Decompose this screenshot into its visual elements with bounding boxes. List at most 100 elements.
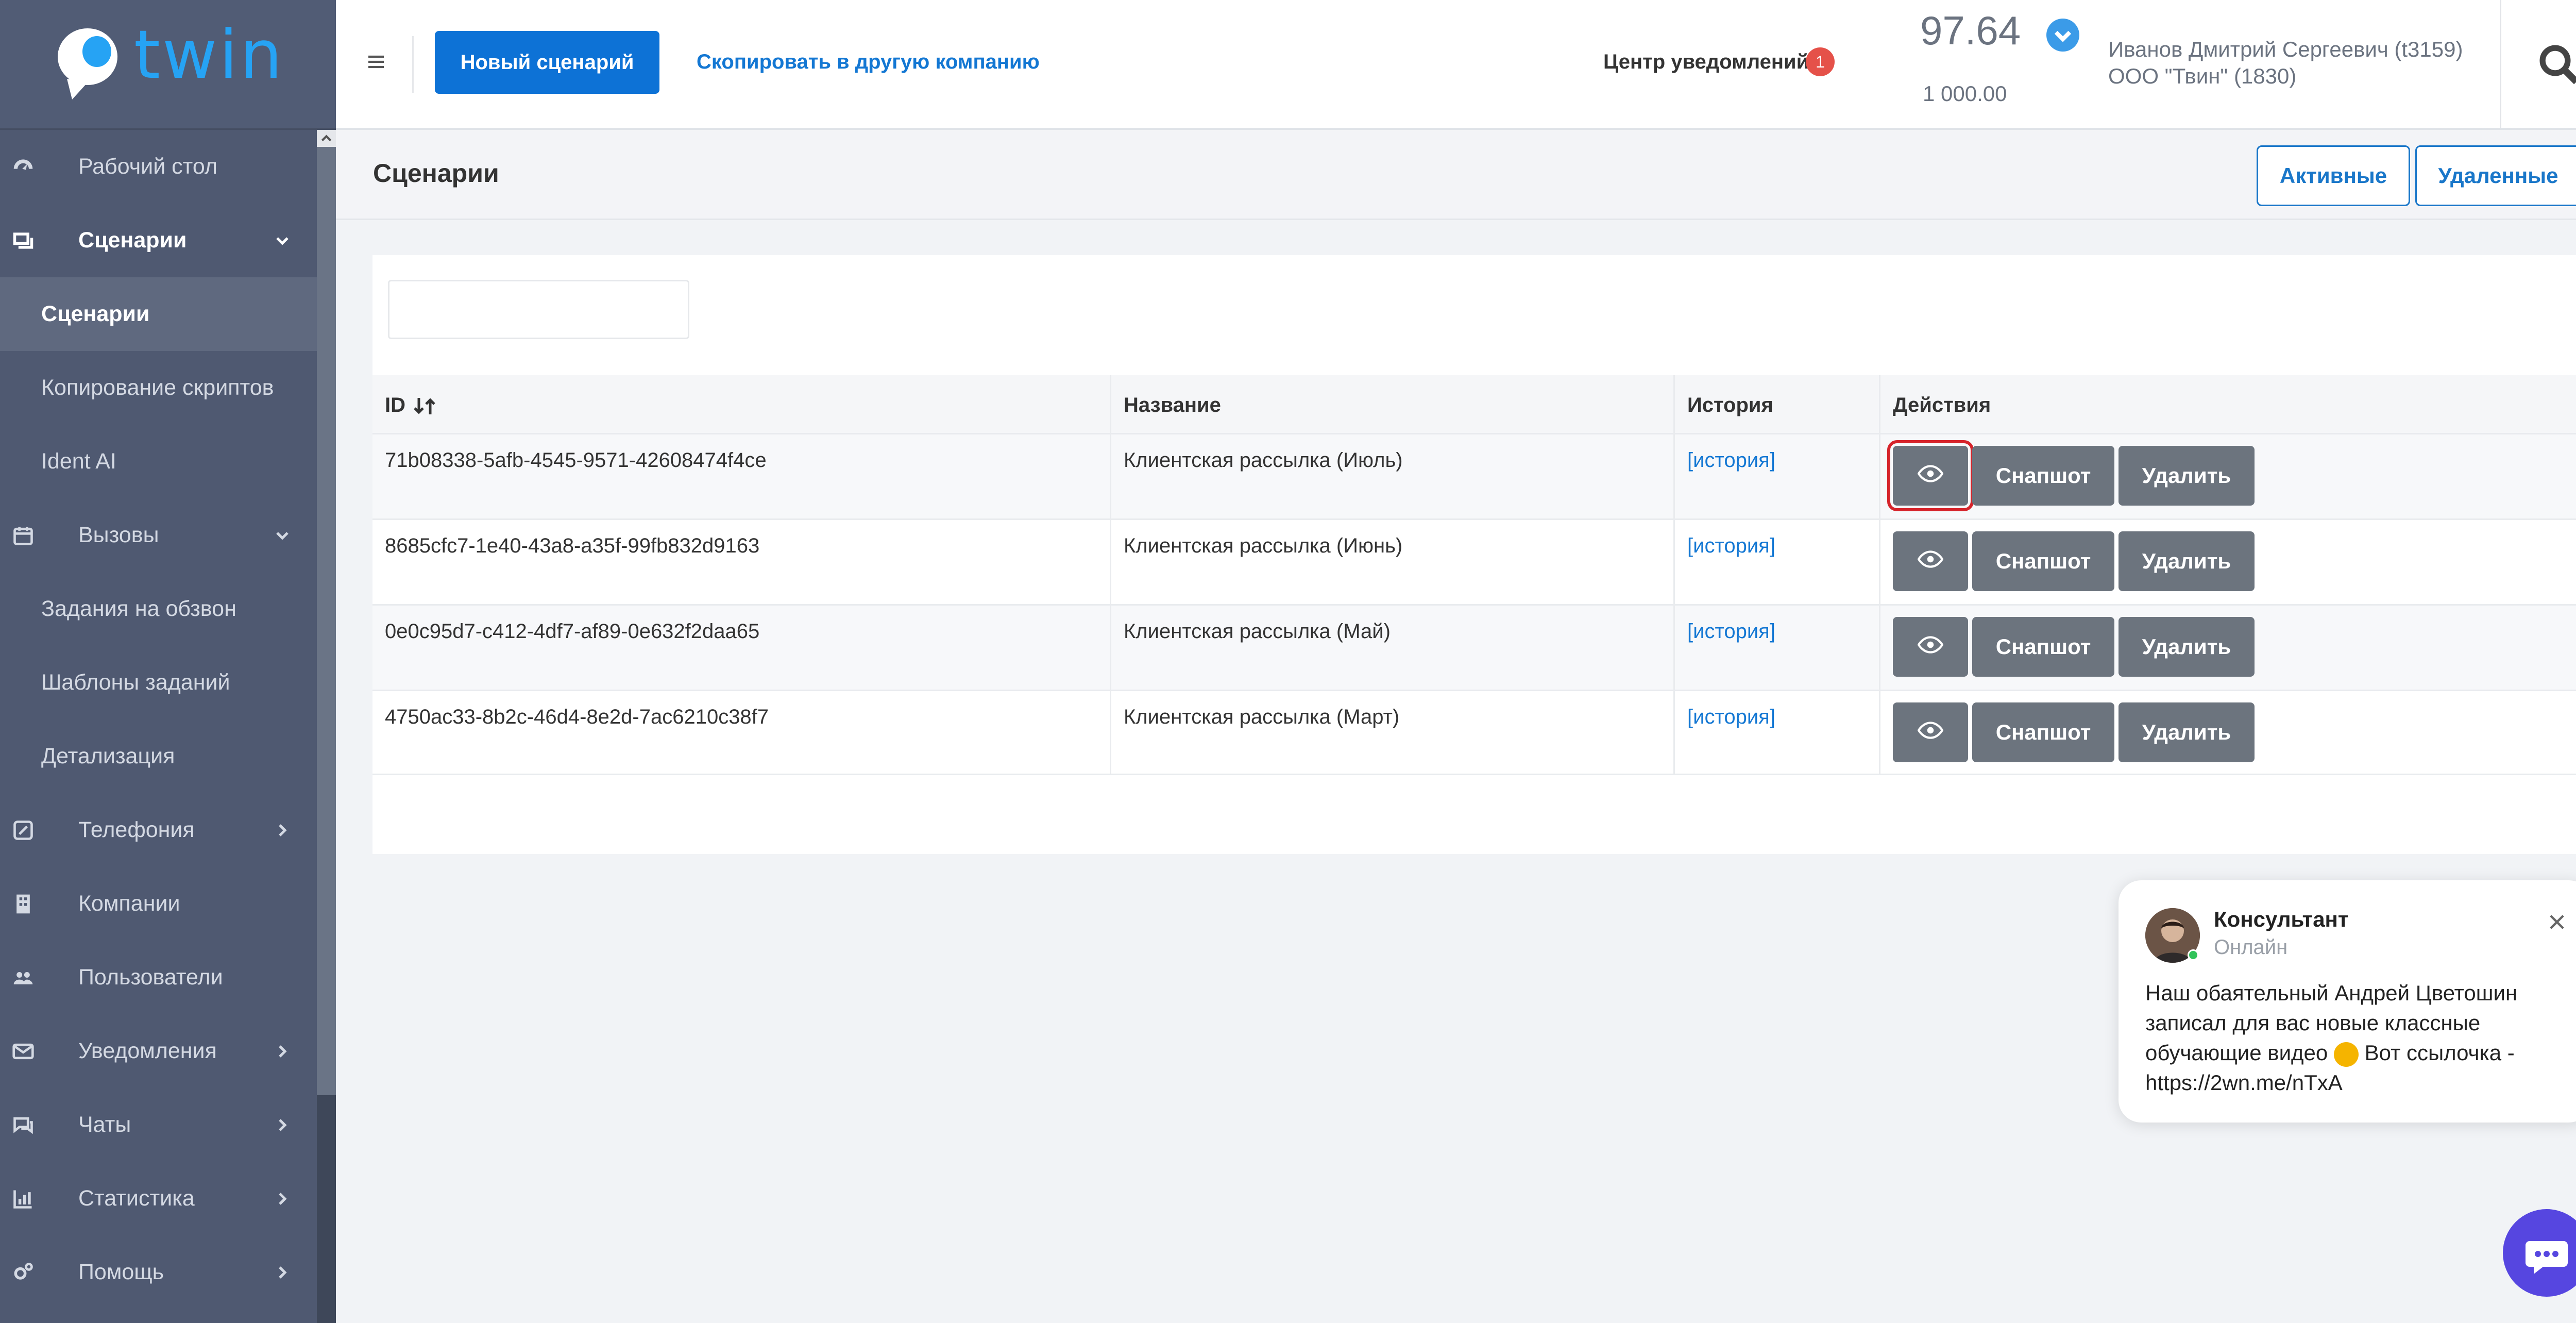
sidebar-menu: Рабочий стол Сценарии Сценарии Копирован… — [0, 130, 317, 1309]
sort-icon[interactable] — [411, 396, 447, 416]
snapshot-button[interactable]: Снапшот — [1972, 617, 2114, 677]
sidebar-item-help[interactable]: Помощь — [0, 1235, 317, 1309]
history-link[interactable]: [история] — [1687, 534, 1775, 557]
hamburger-menu-icon[interactable] — [365, 52, 387, 72]
cell-history: [история] — [1675, 520, 1880, 604]
dashboard-icon — [13, 159, 33, 170]
eye-icon — [1917, 465, 1944, 482]
chevron-down-icon — [2054, 30, 2072, 42]
chevron-right-icon — [279, 1118, 287, 1131]
chat-bubble-icon — [2526, 1241, 2568, 1274]
eye-icon — [1917, 636, 1944, 654]
chat-launcher-button[interactable] — [2503, 1209, 2576, 1297]
sidebar-item-label: Задания на обзвон — [41, 596, 236, 621]
scroll-up-arrow[interactable] — [317, 130, 336, 147]
chevron-up-icon — [321, 135, 332, 142]
chat-popup[interactable]: Консультант Онлайн Наш обаятельный Андре… — [2119, 880, 2576, 1123]
delete-button[interactable]: Удалить — [2119, 702, 2255, 762]
logo-text: twin — [134, 15, 284, 94]
history-link[interactable]: [история] — [1687, 620, 1775, 643]
snapshot-button[interactable]: Снапшот — [1972, 446, 2114, 506]
sidebar-item-chats[interactable]: Чаты — [0, 1088, 317, 1162]
sidebar-item-label: Чаты — [78, 1112, 131, 1137]
chevron-right-icon — [279, 824, 287, 836]
sidebar-item-task-templates[interactable]: Шаблоны заданий — [0, 646, 317, 719]
users-icon — [13, 972, 33, 984]
sidebar-item-dashboard[interactable]: Рабочий стол — [0, 130, 317, 204]
twin-logo-icon — [58, 28, 117, 99]
column-header-id[interactable]: ID — [372, 375, 1111, 433]
scenarios-icon — [13, 232, 33, 249]
online-status-dot — [2188, 949, 2199, 961]
scenarios-table: ID Название История Действия 71b08338-5a… — [372, 375, 2576, 775]
chat-message: Наш обаятельный Андрей Цветошин записал … — [2145, 978, 2576, 1098]
balance-dropdown-button[interactable] — [2046, 19, 2079, 52]
close-icon[interactable] — [2546, 911, 2568, 933]
sidebar-item-calls[interactable]: Вызовы — [0, 498, 317, 572]
sidebar-item-telephony[interactable]: Телефония — [0, 793, 317, 867]
view-button[interactable] — [1893, 617, 1968, 677]
sidebar-item-label: Статистика — [78, 1186, 195, 1211]
search-icon[interactable] — [2536, 41, 2576, 88]
cell-name: Клиентская рассылка (Июнь) — [1111, 520, 1675, 604]
sidebar-item-scenarios[interactable]: Сценарии — [0, 204, 317, 277]
delete-button[interactable]: Удалить — [2119, 446, 2255, 506]
sidebar-item-copy-scripts[interactable]: Копирование скриптов — [0, 351, 317, 425]
view-button[interactable] — [1893, 531, 1968, 591]
sidebar-item-label: Пользователи — [78, 965, 223, 990]
view-button[interactable] — [1893, 702, 1968, 762]
view-button[interactable] — [1887, 440, 1974, 511]
tab-active[interactable]: Активные — [2257, 145, 2410, 206]
notification-count-badge: 1 — [1806, 47, 1835, 76]
delete-button[interactable]: Удалить — [2119, 531, 2255, 591]
chevron-right-icon — [279, 1192, 287, 1205]
sidebar-item-ident-ai[interactable]: Ident AI — [0, 425, 317, 498]
header-divider — [2500, 0, 2501, 128]
cell-id: 71b08338-5afb-4545-9571-42608474f4ce — [372, 434, 1111, 518]
notification-center-link[interactable]: Центр уведомлений — [1603, 51, 1809, 74]
table-header-row: ID Название История Действия — [372, 375, 2576, 433]
chart-icon — [13, 1190, 32, 1209]
tab-deleted[interactable]: Удаленные — [2415, 145, 2576, 206]
filter-input[interactable] — [388, 280, 689, 339]
table-row: 8685cfc7-1e40-43a8-a35f-99fb832d9163 Кли… — [372, 518, 2576, 604]
help-gears-icon — [14, 1262, 33, 1280]
history-link[interactable]: [история] — [1687, 449, 1775, 472]
sidebar-item-label: Телефония — [78, 817, 195, 842]
cell-name: Клиентская рассылка (Май) — [1111, 606, 1675, 690]
company-name[interactable]: ООО "Твин" (1830) — [2108, 64, 2296, 89]
snapshot-button[interactable]: Снапшот — [1972, 702, 2114, 762]
sidebar-item-label: Ident AI — [41, 449, 116, 474]
sidebar-item-label: Компании — [78, 891, 180, 916]
calendar-icon — [13, 527, 33, 545]
table-row: 0e0c95d7-c412-4df7-af89-0e632f2daa65 Кли… — [372, 604, 2576, 690]
sidebar-item-details[interactable]: Детализация — [0, 719, 317, 793]
balance-value: 97.64 — [1920, 8, 2021, 53]
new-scenario-button[interactable]: Новый сценарий — [435, 31, 659, 94]
table-row: 71b08338-5afb-4545-9571-42608474f4ce Кли… — [372, 433, 2576, 518]
column-header-label: ID — [385, 394, 405, 416]
sidebar-item-scenarios-list[interactable]: Сценарии — [0, 277, 317, 351]
chevron-right-icon — [279, 1266, 287, 1279]
sidebar-item-call-tasks[interactable]: Задания на обзвон — [0, 572, 317, 646]
sidebar-item-statistics[interactable]: Статистика — [0, 1162, 317, 1235]
cell-history: [история] — [1675, 434, 1880, 518]
sidebar-item-users[interactable]: Пользователи — [0, 941, 317, 1014]
snapshot-button[interactable]: Снапшот — [1972, 531, 2114, 591]
chat-title: Консультант — [2214, 907, 2349, 931]
cell-actions: Снапшот Удалить — [1880, 606, 2576, 690]
history-link[interactable]: [история] — [1687, 706, 1775, 728]
copy-to-company-link[interactable]: Скопировать в другую компанию — [697, 51, 1040, 74]
sidebar-scrollbar-thumb[interactable] — [317, 147, 336, 1095]
sidebar-item-label: Детализация — [41, 744, 175, 768]
delete-button[interactable]: Удалить — [2119, 617, 2255, 677]
sidebar-item-label: Рабочий стол — [78, 154, 217, 179]
sidebar-item-notifications[interactable]: Уведомления — [0, 1014, 317, 1088]
cell-name: Клиентская рассылка (Март) — [1111, 691, 1675, 774]
header-divider — [412, 36, 414, 93]
sidebar-item-label: Сценарии — [41, 302, 150, 326]
sidebar-item-label: Копирование скриптов — [41, 375, 274, 400]
eye-icon — [1917, 722, 1944, 739]
sidebar-item-companies[interactable]: Компании — [0, 867, 317, 941]
user-name[interactable]: Иванов Дмитрий Сергеевич (t3159) — [2108, 37, 2463, 62]
